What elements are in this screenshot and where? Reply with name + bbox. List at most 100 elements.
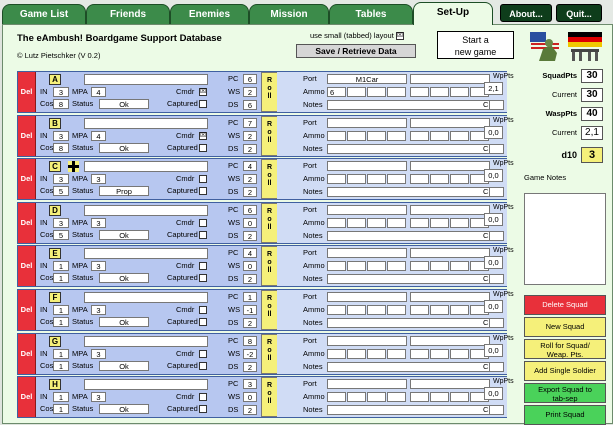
notes-field[interactable] bbox=[327, 187, 490, 198]
ds-field[interactable]: 2 bbox=[243, 143, 257, 154]
layout-option[interactable]: use small (tabbed) layout ☒ bbox=[310, 31, 404, 41]
pc-field[interactable]: 8 bbox=[243, 335, 257, 346]
captured-checkbox[interactable] bbox=[199, 187, 207, 196]
status-field[interactable]: Ok bbox=[99, 317, 149, 327]
notes-field[interactable] bbox=[327, 100, 490, 110]
pc-field[interactable]: 1 bbox=[243, 292, 257, 302]
captured-checkbox[interactable] bbox=[199, 405, 207, 414]
squad-pts-value[interactable]: 30 bbox=[581, 69, 603, 83]
roll-button[interactable]: Roll bbox=[261, 290, 278, 330]
cp-field[interactable] bbox=[489, 230, 504, 241]
pc-field[interactable]: 7 bbox=[243, 117, 257, 128]
status-field[interactable]: Ok bbox=[99, 142, 149, 153]
roll-button[interactable]: Roll bbox=[261, 333, 278, 374]
cmdr-checkbox[interactable]: ☒ bbox=[199, 131, 207, 140]
delete-squad-button[interactable]: Del bbox=[18, 202, 36, 243]
in-field[interactable]: 1 bbox=[53, 261, 69, 272]
ammo-field[interactable] bbox=[450, 305, 469, 315]
mpa-field[interactable]: 3 bbox=[91, 348, 106, 359]
delete-squad-button[interactable]: Del bbox=[18, 72, 36, 112]
captured-checkbox[interactable] bbox=[199, 361, 207, 370]
status-field[interactable]: Ok bbox=[99, 229, 149, 240]
status-field[interactable]: Ok bbox=[99, 404, 149, 415]
cmdr-checkbox[interactable] bbox=[199, 306, 207, 314]
captured-checkbox[interactable] bbox=[199, 100, 207, 108]
cmdr-checkbox[interactable] bbox=[199, 262, 207, 271]
port-field[interactable] bbox=[327, 292, 407, 302]
ws-field[interactable]: 2 bbox=[243, 87, 257, 97]
in-field[interactable]: 3 bbox=[53, 217, 69, 228]
ammo-field[interactable] bbox=[387, 348, 406, 359]
squad-name-field[interactable] bbox=[84, 292, 208, 303]
mpa-field[interactable]: 4 bbox=[91, 130, 106, 141]
notes-field[interactable] bbox=[327, 143, 490, 154]
ammo-field[interactable] bbox=[367, 87, 386, 97]
port-field-2[interactable] bbox=[410, 204, 490, 215]
mpa-field[interactable]: 3 bbox=[91, 217, 106, 228]
ammo-field[interactable] bbox=[410, 348, 429, 359]
mpa-field[interactable]: 3 bbox=[91, 174, 106, 185]
ammo-field[interactable] bbox=[327, 305, 346, 315]
roll-button[interactable]: Roll bbox=[261, 159, 278, 200]
squad-name-field[interactable] bbox=[84, 117, 208, 129]
roll-button[interactable]: Roll bbox=[261, 115, 278, 156]
delete-squad-button[interactable]: Del bbox=[18, 159, 36, 200]
roll-button[interactable]: Roll bbox=[261, 246, 278, 287]
port-field[interactable] bbox=[327, 335, 407, 346]
wppts-field[interactable]: 0,0 bbox=[484, 387, 503, 401]
ammo-field[interactable] bbox=[430, 217, 449, 228]
ws-field[interactable]: 0 bbox=[243, 261, 257, 272]
notes-field[interactable] bbox=[327, 318, 490, 328]
ammo-field[interactable] bbox=[430, 261, 449, 272]
squad-name-field[interactable] bbox=[84, 161, 208, 173]
ammo-field[interactable] bbox=[450, 392, 469, 403]
in-field[interactable]: 1 bbox=[53, 305, 69, 315]
ammo-field[interactable] bbox=[387, 392, 406, 403]
ammo-field[interactable] bbox=[387, 174, 406, 185]
ammo-field[interactable] bbox=[347, 261, 366, 272]
port-field-2[interactable] bbox=[410, 74, 490, 84]
ammo-field[interactable] bbox=[450, 348, 469, 359]
ammo-field[interactable] bbox=[327, 130, 346, 141]
mpa-field[interactable]: 4 bbox=[91, 87, 106, 97]
new-game-button[interactable]: Start a new game bbox=[437, 31, 514, 59]
delete-squad-button[interactable]: Delete Squad bbox=[524, 295, 606, 315]
quit-button[interactable]: Quit... bbox=[556, 4, 602, 22]
squad-name-field[interactable] bbox=[84, 204, 208, 216]
ammo-field[interactable] bbox=[347, 130, 366, 141]
ammo-field[interactable] bbox=[430, 174, 449, 185]
ammo-field[interactable] bbox=[387, 130, 406, 141]
pc-field[interactable]: 4 bbox=[243, 161, 257, 172]
in-field[interactable]: 1 bbox=[53, 392, 69, 403]
ammo-field[interactable] bbox=[410, 305, 429, 315]
save-retrieve-button[interactable]: Save / Retrieve Data bbox=[296, 44, 416, 58]
notes-field[interactable] bbox=[327, 405, 490, 416]
port-field-2[interactable] bbox=[410, 335, 490, 346]
ds-field[interactable]: 2 bbox=[243, 361, 257, 372]
port-field[interactable] bbox=[327, 248, 407, 259]
mpa-field[interactable]: 3 bbox=[91, 261, 106, 272]
ammo-field[interactable] bbox=[367, 348, 386, 359]
ammo-field[interactable] bbox=[347, 305, 366, 315]
tab-enemies[interactable]: Enemies bbox=[170, 4, 249, 24]
ws-field[interactable]: 2 bbox=[243, 130, 257, 141]
ammo-field[interactable] bbox=[327, 174, 346, 185]
game-notes-field[interactable] bbox=[524, 193, 606, 285]
ammo-field[interactable] bbox=[327, 348, 346, 359]
port-field-2[interactable] bbox=[410, 117, 490, 128]
wppts-field[interactable]: 2,1 bbox=[484, 82, 503, 95]
ammo-field[interactable] bbox=[430, 392, 449, 403]
squad-name-field[interactable] bbox=[84, 74, 208, 85]
ws-field[interactable]: 2 bbox=[243, 174, 257, 185]
ammo-field[interactable] bbox=[450, 130, 469, 141]
mpa-field[interactable]: 3 bbox=[91, 305, 106, 315]
port-field[interactable] bbox=[327, 204, 407, 215]
ammo-field[interactable] bbox=[450, 217, 469, 228]
port-field[interactable] bbox=[327, 379, 407, 390]
cmdr-checkbox[interactable] bbox=[199, 218, 207, 227]
pc-field[interactable]: 6 bbox=[243, 204, 257, 215]
cp-field[interactable] bbox=[489, 100, 504, 110]
ds-field[interactable]: 2 bbox=[243, 187, 257, 198]
ammo-field[interactable] bbox=[410, 217, 429, 228]
cp-field[interactable] bbox=[489, 361, 504, 372]
